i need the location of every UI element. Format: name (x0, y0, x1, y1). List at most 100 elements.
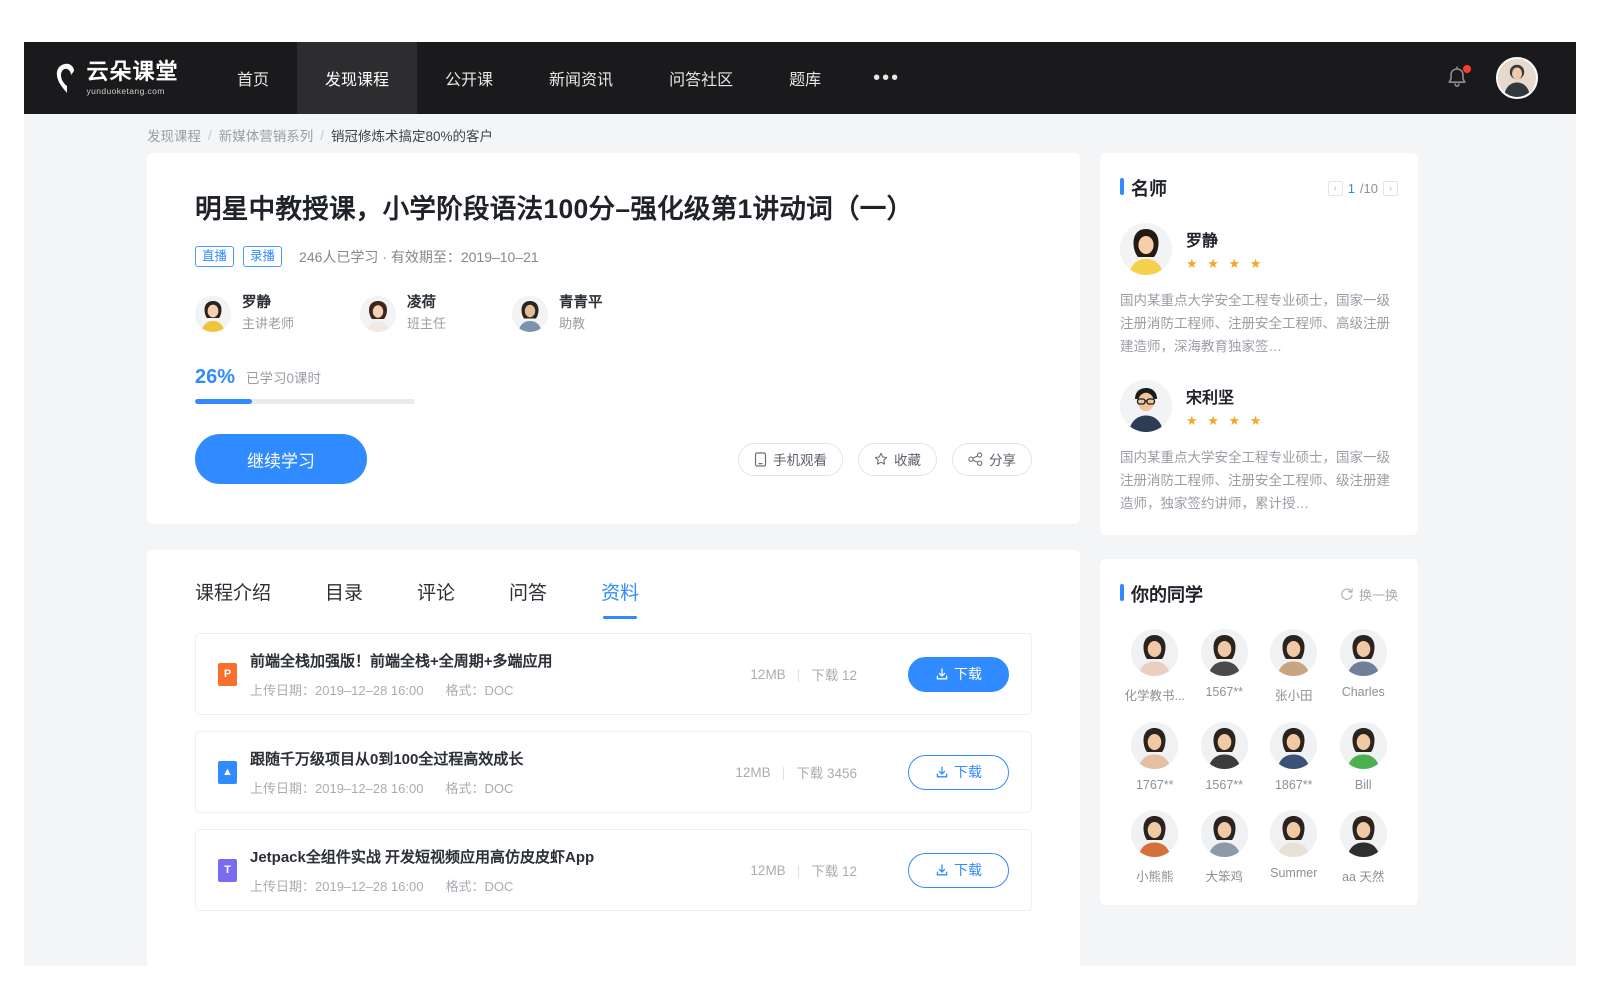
resource-subinfo: 上传日期：2019–12–28 16:00 格式：DOC (250, 778, 523, 797)
classmate-item[interactable]: 1767** (1120, 722, 1190, 792)
nav-item-qa-community[interactable]: 问答社区 (641, 42, 761, 114)
famous-teacher-item[interactable]: 宋利坚 ★ ★ ★ ★ 国内某重点大学安全工程专业硕士，国家一级注册消防工程师、… (1120, 380, 1398, 515)
classmate-avatar (1270, 629, 1317, 676)
refresh-classmates-button[interactable]: 换一换 (1340, 585, 1398, 604)
continue-learning-button[interactable]: 继续学习 (195, 434, 367, 484)
tab-course-intro[interactable]: 课程介绍 (195, 578, 271, 619)
pager-prev-icon[interactable]: ‹ (1328, 181, 1343, 196)
nav-item-discover-courses[interactable]: 发现课程 (297, 42, 417, 114)
classmate-name: 1867** (1275, 778, 1313, 792)
page-root: 云朵课堂 yunduoketang.com 首页 发现课程 公开课 新闻资讯 问… (0, 0, 1600, 990)
download-button[interactable]: 下载 (908, 853, 1009, 888)
nav-item-home[interactable]: 首页 (209, 42, 297, 114)
resource-stats: 12MB | 下载 12 (750, 657, 1009, 692)
resource-row[interactable]: ▲ 跟随千万级项目从0到100全过程高效成长 上传日期：2019–12–28 1… (195, 731, 1032, 813)
logo-text-block: 云朵课堂 yunduoketang.com (86, 61, 178, 96)
classmate-name: 1567** (1205, 685, 1243, 699)
teacher-item-main[interactable]: 罗静 主讲老师 (195, 295, 294, 332)
teacher-info: 青青平 助教 (559, 295, 603, 332)
classmate-item[interactable]: Bill (1329, 722, 1399, 792)
classmate-item[interactable]: 小熊熊 (1120, 810, 1190, 885)
teacher-item-assistant[interactable]: 青青平 助教 (512, 295, 603, 332)
tab-comments[interactable]: 评论 (417, 578, 455, 619)
classmate-avatar (1270, 810, 1317, 857)
famous-teacher-info: 罗静 ★ ★ ★ ★ (1186, 227, 1264, 272)
classmates-grid: 化学教书...1567**张小田Charles1767**1567**1867*… (1120, 629, 1398, 885)
teacher-avatar (360, 296, 396, 332)
famous-teachers-header: 名师 ‹ 1/10 › (1120, 175, 1398, 201)
classmate-item[interactable]: Summer (1259, 810, 1329, 885)
classmate-item[interactable]: 张小田 (1259, 629, 1329, 704)
breadcrumb: 发现课程 / 新媒体营销系列 / 销冠修炼术搞定80%的客户 (147, 125, 493, 145)
classmate-avatar (1201, 722, 1248, 769)
pager-next-icon[interactable]: › (1383, 181, 1398, 196)
user-avatar[interactable] (1496, 57, 1538, 99)
classmate-item[interactable]: Charles (1329, 629, 1399, 704)
logo-domain: yunduoketang.com (86, 86, 164, 96)
secondary-actions: 手机观看 收藏 (738, 443, 1032, 476)
classmate-name: Summer (1270, 866, 1317, 880)
famous-teacher-name: 宋利坚 (1186, 384, 1264, 408)
course-action-row: 继续学习 手机观看 (195, 434, 1032, 484)
download-button[interactable]: 下载 (908, 755, 1009, 790)
famous-teacher-name: 罗静 (1186, 227, 1264, 251)
file-type-icon-image: ▲ (218, 761, 237, 784)
progress-label: 已学习0课时 (246, 367, 321, 387)
tab-qa[interactable]: 问答 (509, 578, 547, 619)
logo-chinese-name: 云朵课堂 (86, 61, 178, 83)
download-icon (935, 765, 949, 779)
famous-teachers-title: 名师 (1120, 175, 1167, 201)
resource-size: 12MB (750, 863, 785, 878)
download-label: 下载 (954, 860, 982, 880)
classmate-name: 大笨鸡 (1205, 866, 1243, 885)
favorite-button[interactable]: 收藏 (858, 443, 937, 476)
breadcrumb-separator-2: / (320, 128, 324, 143)
resource-format: 格式：DOC (445, 876, 513, 895)
nav-item-news[interactable]: 新闻资讯 (521, 42, 641, 114)
classmate-avatar (1340, 629, 1387, 676)
download-button[interactable]: 下载 (908, 657, 1009, 692)
nav-item-open-class[interactable]: 公开课 (417, 42, 521, 114)
classmate-item[interactable]: 1567** (1190, 629, 1260, 704)
famous-teacher-head: 宋利坚 ★ ★ ★ ★ (1120, 380, 1398, 432)
tag-live: 直播 (195, 246, 234, 267)
teacher-item-class-director[interactable]: 凌荷 班主任 (360, 295, 446, 332)
top-navigation-bar: 云朵课堂 yunduoketang.com 首页 发现课程 公开课 新闻资讯 问… (24, 42, 1576, 114)
tag-recorded: 录播 (243, 246, 282, 267)
resource-format: 格式：DOC (445, 680, 513, 699)
course-summary-card: 明星中教授课，小学阶段语法100分–强化级第1讲动词（一） 直播 录播 246人… (147, 153, 1080, 524)
nav-more-icon[interactable]: ••• (849, 42, 924, 114)
site-logo[interactable]: 云朵课堂 yunduoketang.com (24, 61, 209, 96)
resource-download-count: 下载 12 (811, 860, 857, 880)
resource-row[interactable]: P 前端全栈加强版！前端全栈+全周期+多端应用 上传日期：2019–12–28 … (195, 633, 1032, 715)
resource-subinfo: 上传日期：2019–12–28 16:00 格式：DOC (250, 876, 594, 895)
page-title: 明星中教授课，小学阶段语法100分–强化级第1讲动词（一） (195, 187, 1032, 226)
classmate-item[interactable]: 1867** (1259, 722, 1329, 792)
resource-title: Jetpack全组件实战 开发短视频应用高仿皮皮虾App (250, 846, 594, 867)
resource-row[interactable]: T Jetpack全组件实战 开发短视频应用高仿皮皮虾App 上传日期：2019… (195, 829, 1032, 911)
tab-catalog[interactable]: 目录 (325, 578, 363, 619)
pager-total: /10 (1360, 181, 1378, 196)
progress-percent: 26% (195, 366, 235, 389)
resource-stats: 12MB | 下载 3456 (735, 755, 1009, 790)
breadcrumb-item-2[interactable]: 新媒体营销系列 (219, 125, 314, 145)
notification-badge-dot (1463, 65, 1471, 73)
famous-teacher-item[interactable]: 罗静 ★ ★ ★ ★ 国内某重点大学安全工程专业硕士，国家一级注册消防工程师、注… (1120, 223, 1398, 358)
resource-info: Jetpack全组件实战 开发短视频应用高仿皮皮虾App 上传日期：2019–1… (250, 846, 594, 895)
classmate-avatar (1201, 810, 1248, 857)
classmate-item[interactable]: 1567** (1190, 722, 1260, 792)
share-button[interactable]: 分享 (952, 443, 1032, 476)
famous-teachers-card: 名师 ‹ 1/10 › (1100, 153, 1418, 535)
watch-on-phone-button[interactable]: 手机观看 (738, 443, 843, 476)
download-label: 下载 (954, 664, 982, 684)
tab-materials[interactable]: 资料 (601, 578, 639, 619)
classmate-item[interactable]: 大笨鸡 (1190, 810, 1260, 885)
notification-bell-button[interactable] (1444, 65, 1470, 91)
classmate-item[interactable]: 化学教书... (1120, 629, 1190, 704)
breadcrumb-item-1[interactable]: 发现课程 (147, 125, 201, 145)
nav-item-question-bank[interactable]: 题库 (761, 42, 849, 114)
pager-current: 1 (1348, 181, 1355, 196)
resource-title: 前端全栈加强版！前端全栈+全周期+多端应用 (250, 650, 553, 671)
phone-icon (754, 452, 767, 467)
classmate-item[interactable]: aa 天然 (1329, 810, 1399, 885)
